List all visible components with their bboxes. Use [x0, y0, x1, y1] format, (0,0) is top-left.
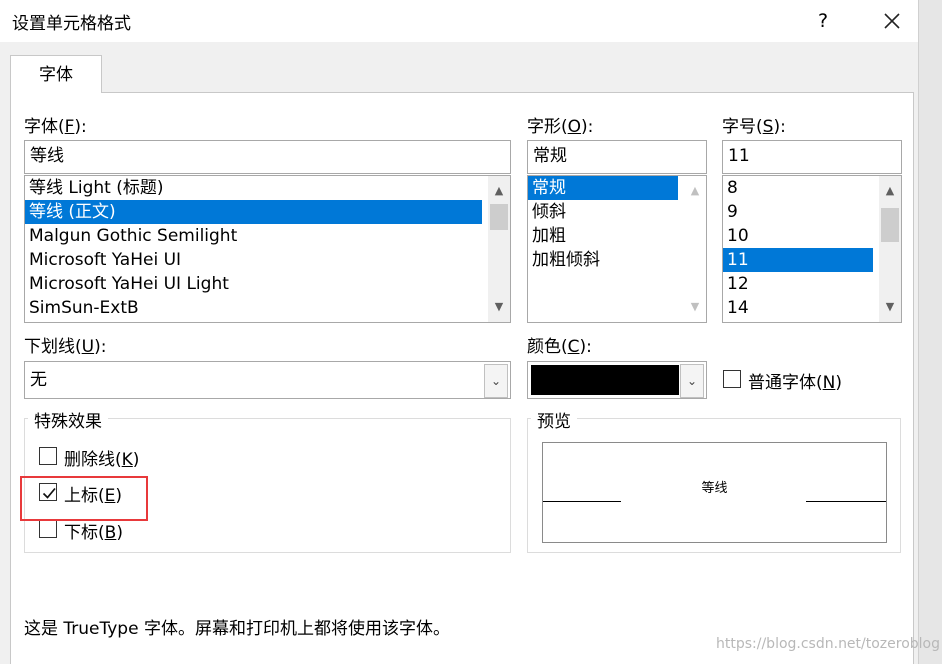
size-input[interactable]: 11 [722, 140, 902, 174]
preview-baseline-right [806, 501, 886, 502]
style-list-item[interactable]: 倾斜 [528, 200, 678, 224]
chevron-down-icon[interactable]: ⌄ [680, 364, 704, 398]
close-button[interactable] [876, 6, 908, 36]
chevron-down-icon[interactable]: ⌄ [484, 364, 508, 398]
scroll-down-icon[interactable]: ▼ [684, 296, 706, 318]
scroll-thumb[interactable] [490, 204, 508, 230]
tab-font[interactable]: 字体 [10, 55, 102, 93]
close-icon [884, 13, 900, 29]
effects-title: 特殊效果 [28, 407, 108, 432]
subscript-checkbox[interactable] [39, 520, 57, 538]
scroll-thumb[interactable] [881, 208, 899, 242]
style-input[interactable]: 常规 [527, 140, 707, 174]
preview-box: 等线 [542, 442, 887, 543]
size-list-item[interactable]: 14 [723, 296, 873, 320]
color-select[interactable]: ⌄ [527, 361, 707, 399]
font-list-item[interactable]: 等线 Light (标题) [25, 176, 482, 200]
background-window-edge [918, 0, 942, 664]
underline-select[interactable]: 无 ⌄ [24, 361, 511, 399]
style-list-item[interactable]: 常规 [528, 176, 678, 200]
preview-sample: 等线 [701, 481, 728, 496]
style-list-item[interactable]: 加粗 [528, 224, 678, 248]
subscript-label: 下标(B) [64, 523, 123, 543]
style-list-item[interactable]: 加粗倾斜 [528, 248, 678, 272]
font-list-item[interactable]: 等线 (正文) [25, 200, 482, 224]
color-label: 颜色(C): [527, 337, 592, 357]
style-list[interactable]: 常规 倾斜 加粗 加粗倾斜 ▲ ▼ [527, 175, 707, 323]
scroll-up-icon[interactable]: ▲ [684, 180, 706, 202]
title-bar [0, 0, 942, 42]
scroll-up-icon[interactable]: ▲ [488, 180, 510, 202]
color-swatch [531, 365, 679, 395]
strikethrough-label: 删除线(K) [64, 450, 140, 470]
style-list-scrollbar[interactable]: ▲ ▼ [684, 176, 706, 322]
font-list-item[interactable]: SimSun-ExtB [25, 296, 482, 320]
normal-font-checkbox[interactable] [723, 370, 741, 388]
font-input[interactable]: 等线 [24, 140, 511, 174]
underline-value: 无 [30, 370, 47, 390]
scroll-up-icon[interactable]: ▲ [879, 180, 901, 202]
font-list[interactable]: 等线 Light (标题) 等线 (正文) Malgun Gothic Semili… [24, 175, 511, 323]
size-list-item[interactable]: 12 [723, 272, 873, 296]
size-label: 字号(S): [722, 117, 786, 137]
size-list-item[interactable]: 10 [723, 224, 873, 248]
font-label: 字体(F): [24, 117, 87, 137]
normal-font-label: 普通字体(N) [748, 373, 842, 393]
watermark: https://blog.csdn.net/tozeroblog [716, 636, 941, 652]
help-button[interactable]: ? [808, 6, 838, 36]
underline-label: 下划线(U): [24, 337, 107, 357]
preview-title: 预览 [531, 407, 577, 432]
style-label: 字形(O): [527, 117, 594, 137]
preview-baseline-left [543, 501, 621, 502]
font-info-text: 这是 TrueType 字体。屏幕和打印机上都将使用该字体。 [24, 619, 450, 639]
highlight-annotation [20, 476, 148, 521]
size-list[interactable]: 8 9 10 11 12 14 ▲ ▼ [722, 175, 902, 323]
font-list-item[interactable]: Microsoft YaHei UI Light [25, 272, 482, 296]
size-list-item[interactable]: 9 [723, 200, 873, 224]
font-list-item[interactable]: Malgun Gothic Semilight [25, 224, 482, 248]
size-list-item[interactable]: 11 [723, 248, 873, 272]
dialog-title: 设置单元格格式 [12, 14, 131, 34]
size-list-item[interactable]: 8 [723, 176, 873, 200]
size-list-scrollbar[interactable]: ▲ ▼ [879, 176, 901, 322]
strikethrough-checkbox[interactable] [39, 447, 57, 465]
font-list-scrollbar[interactable]: ▲ ▼ [488, 176, 510, 322]
scroll-down-icon[interactable]: ▼ [879, 296, 901, 318]
scroll-down-icon[interactable]: ▼ [488, 296, 510, 318]
font-list-item[interactable]: Microsoft YaHei UI [25, 248, 482, 272]
